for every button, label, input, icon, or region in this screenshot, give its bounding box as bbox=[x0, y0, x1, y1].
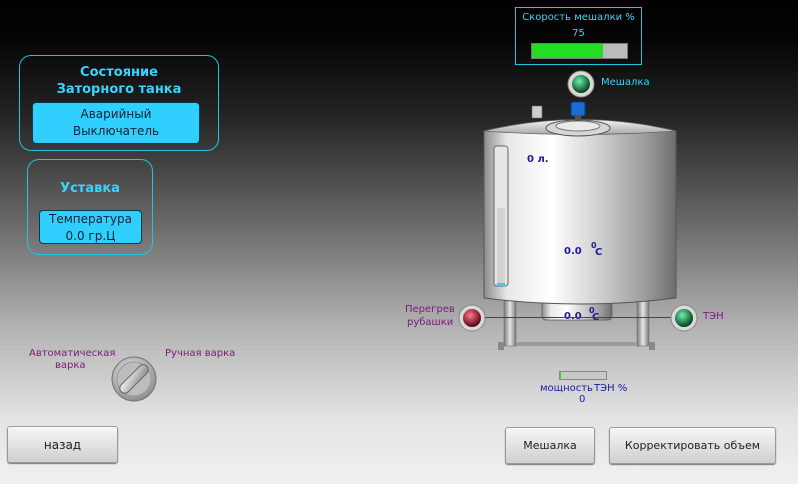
overheat-label-line2: рубашки bbox=[407, 317, 454, 328]
mixer-speed-bar bbox=[531, 43, 628, 59]
heater-label: ТЭН bbox=[703, 311, 724, 322]
tank-state-status-line1: Аварийный bbox=[80, 107, 152, 121]
setpoint-panel: Уставка Температура 0.0 гр.Ц bbox=[27, 159, 153, 255]
mode-auto-label-line1: Автоматическая bbox=[29, 348, 116, 359]
mode-manual-label: Ручная варка bbox=[165, 348, 236, 359]
mode-auto-label-line2: варка bbox=[55, 360, 86, 371]
tank-state-status: Аварийный Выключатель bbox=[32, 102, 200, 144]
heater-indicator-icon bbox=[670, 304, 698, 332]
tank-state-title-line2: Заторного танка bbox=[56, 82, 182, 97]
setpoint-line2: 0.0 гр.Ц bbox=[65, 229, 116, 243]
setpoint-line1: Температура bbox=[48, 212, 133, 226]
tank-state-title-line1: Состояние bbox=[80, 65, 158, 80]
mixer-indicator-icon bbox=[567, 70, 595, 98]
tank-temperature-readout: 0.0 bbox=[564, 246, 582, 257]
mixer-button[interactable]: Мешалка bbox=[505, 427, 595, 464]
tank-temperature-unit: C bbox=[595, 247, 603, 258]
mixer-speed-panel: Скорость мешалки % 75 bbox=[515, 7, 642, 65]
tank-state-status-line2: Выключатель bbox=[72, 124, 160, 138]
heater-power-bar bbox=[559, 371, 607, 380]
overheat-label-line1: Перегрев bbox=[405, 304, 455, 315]
heater-power-value: 0 bbox=[579, 394, 586, 405]
mode-selector-switch[interactable] bbox=[110, 355, 158, 403]
mixer-speed-value: 75 bbox=[572, 28, 585, 39]
tank-state-panel: Состояние Заторного танка Аварийный Выкл… bbox=[19, 55, 219, 151]
mixer-speed-bar-fill bbox=[532, 44, 604, 58]
back-button[interactable]: назад bbox=[7, 426, 118, 463]
setpoint-temperature-field[interactable]: Температура 0.0 гр.Ц bbox=[39, 210, 142, 244]
heater-power-label-right: ТЭН % bbox=[594, 383, 628, 394]
overheat-indicator-icon bbox=[458, 304, 486, 332]
tank-volume-readout: 0 л. bbox=[527, 154, 549, 165]
mixer-label: Мешалка bbox=[601, 77, 650, 88]
correct-volume-button[interactable]: Корректировать объем bbox=[609, 427, 776, 464]
heater-line bbox=[484, 317, 672, 318]
mixer-speed-title: Скорость мешалки % bbox=[522, 12, 635, 23]
setpoint-title: Уставка bbox=[60, 181, 120, 196]
heater-power-bar-fill bbox=[560, 372, 562, 379]
